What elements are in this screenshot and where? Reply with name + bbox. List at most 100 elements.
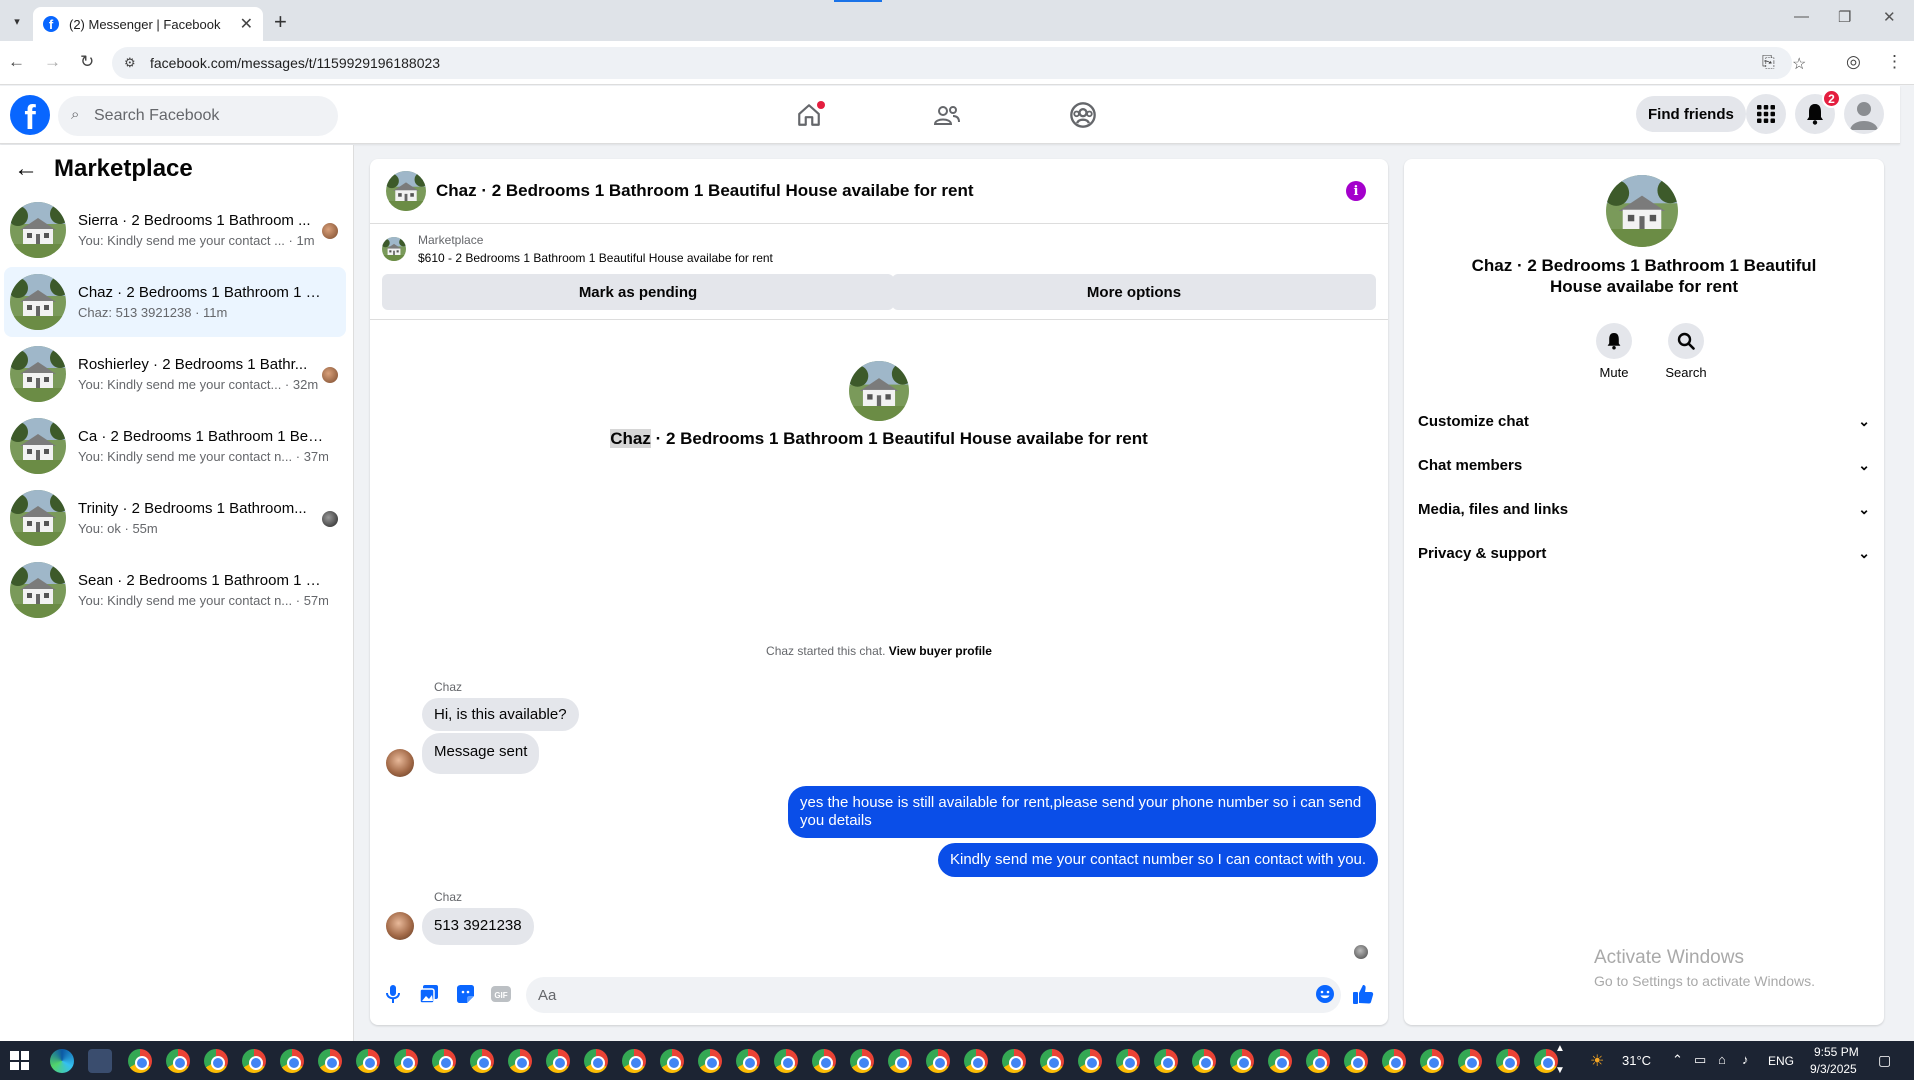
chrome-icon[interactable] bbox=[1040, 1049, 1064, 1073]
media-files-links-row[interactable]: Media, files and links ⌄ bbox=[1418, 491, 1870, 527]
new-tab-icon[interactable]: + bbox=[274, 9, 287, 35]
chrome-icon[interactable] bbox=[1230, 1049, 1254, 1073]
like-icon[interactable] bbox=[1352, 983, 1374, 1005]
chrome-icon[interactable] bbox=[128, 1049, 152, 1073]
chat-members-row[interactable]: Chat members ⌄ bbox=[1418, 447, 1870, 483]
restore-icon[interactable]: ❐ bbox=[1838, 8, 1851, 26]
chrome-icon[interactable] bbox=[888, 1049, 912, 1073]
emoji-icon[interactable] bbox=[1314, 983, 1336, 1005]
chrome-icon[interactable] bbox=[470, 1049, 494, 1073]
chrome-icon[interactable] bbox=[736, 1049, 760, 1073]
chrome-icon[interactable] bbox=[698, 1049, 722, 1073]
conversation-item-active[interactable]: Chaz · 2 Bedrooms 1 Bathroom 1 B... Chaz… bbox=[4, 267, 346, 337]
chrome-icon[interactable] bbox=[812, 1049, 836, 1073]
chrome-icon[interactable] bbox=[926, 1049, 950, 1073]
chrome-icon[interactable] bbox=[774, 1049, 798, 1073]
home-icon[interactable] bbox=[789, 99, 829, 131]
conversation-item[interactable]: Trinity · 2 Bedrooms 1 Bathroom... You: … bbox=[4, 483, 346, 553]
chrome-icon[interactable] bbox=[1496, 1049, 1520, 1073]
chrome-icon[interactable] bbox=[850, 1049, 874, 1073]
back-arrow-icon[interactable]: ← bbox=[14, 155, 38, 183]
browser-tab-messenger[interactable]: f (2) Messenger | Facebook ✕ bbox=[33, 7, 263, 41]
chrome-icon[interactable] bbox=[508, 1049, 532, 1073]
chrome-icon[interactable] bbox=[1154, 1049, 1178, 1073]
groups-icon[interactable] bbox=[1063, 99, 1103, 131]
sender-avatar[interactable] bbox=[386, 912, 414, 940]
chrome-icon[interactable] bbox=[622, 1049, 646, 1073]
chrome-icon[interactable] bbox=[1382, 1049, 1406, 1073]
chrome-icon[interactable] bbox=[1116, 1049, 1140, 1073]
conversation-item[interactable]: Ca · 2 Bedrooms 1 Bathroom 1 Bea... You:… bbox=[4, 411, 346, 481]
mark-as-pending-button[interactable]: Mark as pending bbox=[382, 274, 894, 310]
wifi-icon[interactable]: ⌂ bbox=[1718, 1052, 1726, 1067]
chrome-icon[interactable] bbox=[204, 1049, 228, 1073]
chrome-icon[interactable] bbox=[280, 1049, 304, 1073]
minimize-icon[interactable]: — bbox=[1794, 8, 1809, 25]
search-in-chat-button[interactable]: Search bbox=[1656, 323, 1716, 380]
chrome-icon[interactable] bbox=[356, 1049, 380, 1073]
conversation-item[interactable]: Roshierley · 2 Bedrooms 1 Bathr... You: … bbox=[4, 339, 346, 409]
notifications-center-icon[interactable]: ▢ bbox=[1878, 1052, 1891, 1069]
close-tab-icon[interactable]: ✕ bbox=[240, 14, 253, 34]
gif-icon[interactable]: GIF bbox=[490, 983, 512, 1005]
view-buyer-profile-link[interactable]: View buyer profile bbox=[889, 644, 992, 658]
chat-avatar[interactable] bbox=[386, 171, 426, 211]
tab-search-dropdown-icon[interactable]: ▾ bbox=[6, 10, 28, 32]
show-hidden-icons-icon[interactable]: ⌃ bbox=[1672, 1052, 1683, 1068]
more-options-button[interactable]: More options bbox=[892, 274, 1376, 310]
clock-date[interactable]: 9/3/2025 bbox=[1810, 1062, 1857, 1076]
chrome-menu-icon[interactable]: ⋮ bbox=[1886, 52, 1903, 72]
chrome-icon[interactable] bbox=[1344, 1049, 1368, 1073]
listing-banner[interactable]: Marketplace $610 - 2 Bedrooms 1 Bathroom… bbox=[382, 233, 773, 265]
weather-icon[interactable]: ☀ bbox=[1590, 1051, 1604, 1071]
chrome-icon[interactable] bbox=[584, 1049, 608, 1073]
chrome-icon[interactable] bbox=[1458, 1049, 1482, 1073]
app-icon[interactable] bbox=[88, 1049, 112, 1073]
outgoing-message[interactable]: Kindly send me your contact number so I … bbox=[938, 843, 1379, 877]
edge-icon[interactable] bbox=[50, 1049, 74, 1073]
message-input[interactable]: Aa bbox=[526, 977, 1341, 1013]
incoming-message[interactable]: Message sent bbox=[422, 733, 540, 774]
chrome-icon[interactable] bbox=[546, 1049, 570, 1073]
clock-time[interactable]: 9:55 PM bbox=[1814, 1045, 1859, 1059]
chrome-icon[interactable] bbox=[964, 1049, 988, 1073]
mic-icon[interactable] bbox=[382, 983, 404, 1005]
privacy-support-row[interactable]: Privacy & support ⌄ bbox=[1418, 535, 1870, 571]
chrome-icon[interactable] bbox=[1078, 1049, 1102, 1073]
facebook-logo-icon[interactable]: f bbox=[10, 95, 50, 135]
scroll-up-icon[interactable]: ▲ bbox=[1555, 1043, 1565, 1054]
image-icon[interactable] bbox=[418, 983, 440, 1005]
install-app-icon[interactable]: ⎘ bbox=[1762, 54, 1775, 72]
find-friends-button[interactable]: Find friends bbox=[1636, 96, 1746, 132]
site-info-icon[interactable]: ⚙ bbox=[124, 55, 136, 71]
chrome-icon[interactable] bbox=[242, 1049, 266, 1073]
forward-icon[interactable]: → bbox=[44, 52, 61, 72]
chrome-icon[interactable] bbox=[1192, 1049, 1216, 1073]
apps-grid-icon[interactable] bbox=[1746, 94, 1786, 134]
conversation-item[interactable]: Sean · 2 Bedrooms 1 Bathroom 1 B... You:… bbox=[4, 555, 346, 625]
mute-button[interactable]: Mute bbox=[1584, 323, 1644, 380]
temperature[interactable]: 31°C bbox=[1622, 1053, 1651, 1068]
chrome-icon[interactable] bbox=[1268, 1049, 1292, 1073]
scroll-down-icon[interactable]: ▼ bbox=[1555, 1065, 1565, 1076]
back-icon[interactable]: ← bbox=[8, 52, 25, 72]
chrome-icon[interactable] bbox=[1306, 1049, 1330, 1073]
sender-avatar[interactable] bbox=[386, 749, 414, 777]
chat-title[interactable]: Chaz · 2 Bedrooms 1 Bathroom 1 Beautiful… bbox=[436, 181, 974, 201]
volume-icon[interactable]: ♪ bbox=[1742, 1052, 1749, 1067]
chrome-icon[interactable] bbox=[394, 1049, 418, 1073]
chrome-icon[interactable] bbox=[1420, 1049, 1444, 1073]
windows-start-icon[interactable] bbox=[10, 1051, 29, 1070]
chrome-icon[interactable] bbox=[660, 1049, 684, 1073]
url-input[interactable]: ⚙ facebook.com/messages/t/11599291961880… bbox=[112, 47, 1806, 79]
close-window-icon[interactable]: ✕ bbox=[1883, 8, 1896, 26]
language-indicator[interactable]: ENG bbox=[1768, 1054, 1794, 1068]
chrome-icon[interactable] bbox=[432, 1049, 456, 1073]
info-icon[interactable]: i bbox=[1346, 181, 1366, 201]
profile-icon[interactable]: ◎ bbox=[1846, 52, 1861, 72]
bookmark-star-icon[interactable]: ☆ bbox=[1792, 54, 1806, 74]
outgoing-message[interactable]: yes the house is still available for ren… bbox=[788, 786, 1376, 838]
reload-icon[interactable]: ↻ bbox=[80, 52, 94, 72]
chrome-icon[interactable] bbox=[1002, 1049, 1026, 1073]
chrome-icon[interactable] bbox=[318, 1049, 342, 1073]
